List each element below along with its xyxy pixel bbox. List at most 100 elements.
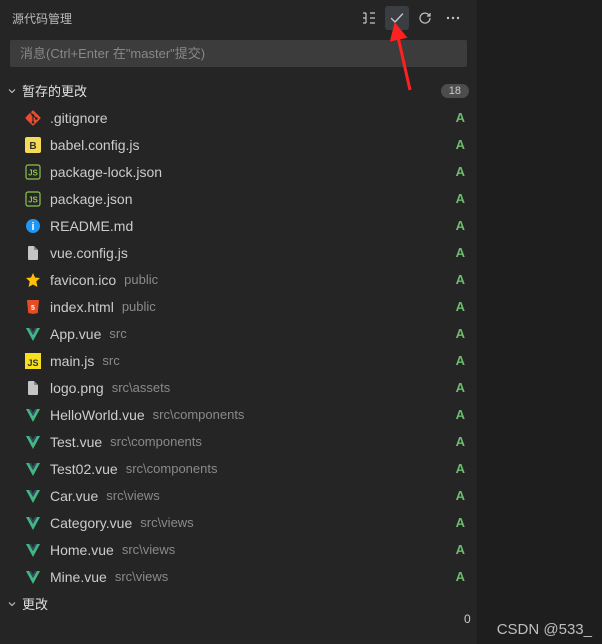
file-name: babel.config.js [50,137,140,153]
vue-icon [24,487,42,505]
vue-icon [24,514,42,532]
file-status: A [456,137,465,152]
file-row[interactable]: Car.vuesrc\viewsA [0,482,477,509]
commit-icon[interactable] [385,6,409,30]
file-row[interactable]: vue.config.jsA [0,239,477,266]
star-icon [24,271,42,289]
file-path: src [109,326,126,341]
file-status: A [456,110,465,125]
file-status: A [456,272,465,287]
file-name: main.js [50,353,94,369]
html-icon: 5 [24,298,42,316]
scm-panel: 源代码管理 暂存的更改 18 .gitignoreABbabel.config.… [0,0,478,644]
file-name: Category.vue [50,515,132,531]
vue-icon [24,460,42,478]
file-row[interactable]: 5 index.html public A [0,293,477,320]
file-row[interactable]: Test02.vuesrc\componentsA [0,455,477,482]
js-green-icon: JS [24,163,42,181]
js-icon: JS [24,352,42,370]
changes-section-header[interactable]: 更改 [0,590,477,617]
file-name: .gitignore [50,110,108,126]
file-row[interactable]: Home.vue src\views A [0,536,477,563]
file-row[interactable]: favicon.ico public A [0,266,477,293]
file-path: src\views [106,488,159,503]
staged-section-header[interactable]: 暂存的更改 18 [0,77,477,104]
watermark: CSDN @533_ [497,621,592,638]
chevron-down-icon [4,598,20,610]
svg-text:B: B [29,141,36,152]
file-name: index.html [50,299,114,315]
file-path: src\components [110,434,202,449]
file-row[interactable]: App.vue src A [0,320,477,347]
file-path: src\components [126,461,218,476]
file-status: A [456,326,465,341]
svg-text:JS: JS [28,195,38,204]
vue-icon [24,433,42,451]
vue-icon [24,541,42,559]
file-row[interactable]: iREADME.mdA [0,212,477,239]
file-row[interactable]: JS package.json A [0,185,477,212]
header-actions [357,6,465,30]
file-name: Home.vue [50,542,114,558]
info-icon: i [24,217,42,235]
panel-title: 源代码管理 [12,10,72,27]
file-path: public [122,299,156,314]
svg-text:i: i [31,221,34,233]
changes-count: 0 [464,612,471,626]
refresh-icon[interactable] [413,6,437,30]
file-name: App.vue [50,326,101,342]
file-name: favicon.ico [50,272,116,288]
vue-icon [24,568,42,586]
vue-icon [24,406,42,424]
file-status: A [456,191,465,206]
file-row[interactable]: Mine.vue src\views A [0,563,477,590]
file-row[interactable]: .gitignore A [0,104,477,131]
file-status: A [456,488,465,503]
staged-count-badge: 18 [441,84,469,98]
view-tree-icon[interactable] [357,6,381,30]
file-row[interactable]: Test.vue src\components A [0,428,477,455]
chevron-down-icon [4,85,20,97]
vue-icon [24,325,42,343]
file-status: A [456,380,465,395]
file-path: src\components [153,407,245,422]
file-path: src\assets [112,380,171,395]
changes-section-title: 更改 [22,594,471,613]
file-row[interactable]: logo.pngsrc\assetsA [0,374,477,401]
file-path: src\views [115,569,168,584]
file-path: src\views [122,542,175,557]
file-status: A [456,569,465,584]
file-status: A [456,434,465,449]
file-status: A [456,542,465,557]
file-path: src [102,353,119,368]
file-row[interactable]: Category.vue src\views A [0,509,477,536]
svg-text:JS: JS [28,168,38,177]
file-status: A [456,299,465,314]
staged-file-list: .gitignore A Bbabel.config.js A JS package-lo… [0,104,477,590]
file-name: Test.vue [50,434,102,450]
file-status: A [456,515,465,530]
commit-message-input[interactable] [10,40,467,67]
panel-header: 源代码管理 [0,0,477,36]
more-icon[interactable] [441,6,465,30]
file-path: public [124,272,158,287]
file-name: HelloWorld.vue [50,407,145,423]
svg-text:JS: JS [27,358,38,368]
babel-icon: B [24,136,42,154]
file-icon [24,244,42,262]
file-row[interactable]: Bbabel.config.js A [0,131,477,158]
file-name: vue.config.js [50,245,128,261]
file-name: package-lock.json [50,164,162,180]
file-status: A [456,461,465,476]
file-row[interactable]: JSpackage-lock.jsonA [0,158,477,185]
js-green-icon: JS [24,190,42,208]
file-path: src\views [140,515,193,530]
file-row[interactable]: HelloWorld.vuesrc\componentsA [0,401,477,428]
file-name: Mine.vue [50,569,107,585]
file-name: package.json [50,191,133,207]
file-icon [24,379,42,397]
staged-section-title: 暂存的更改 [22,81,441,100]
file-row[interactable]: JSmain.jssrcA [0,347,477,374]
file-status: A [456,218,465,233]
svg-text:5: 5 [31,305,35,312]
